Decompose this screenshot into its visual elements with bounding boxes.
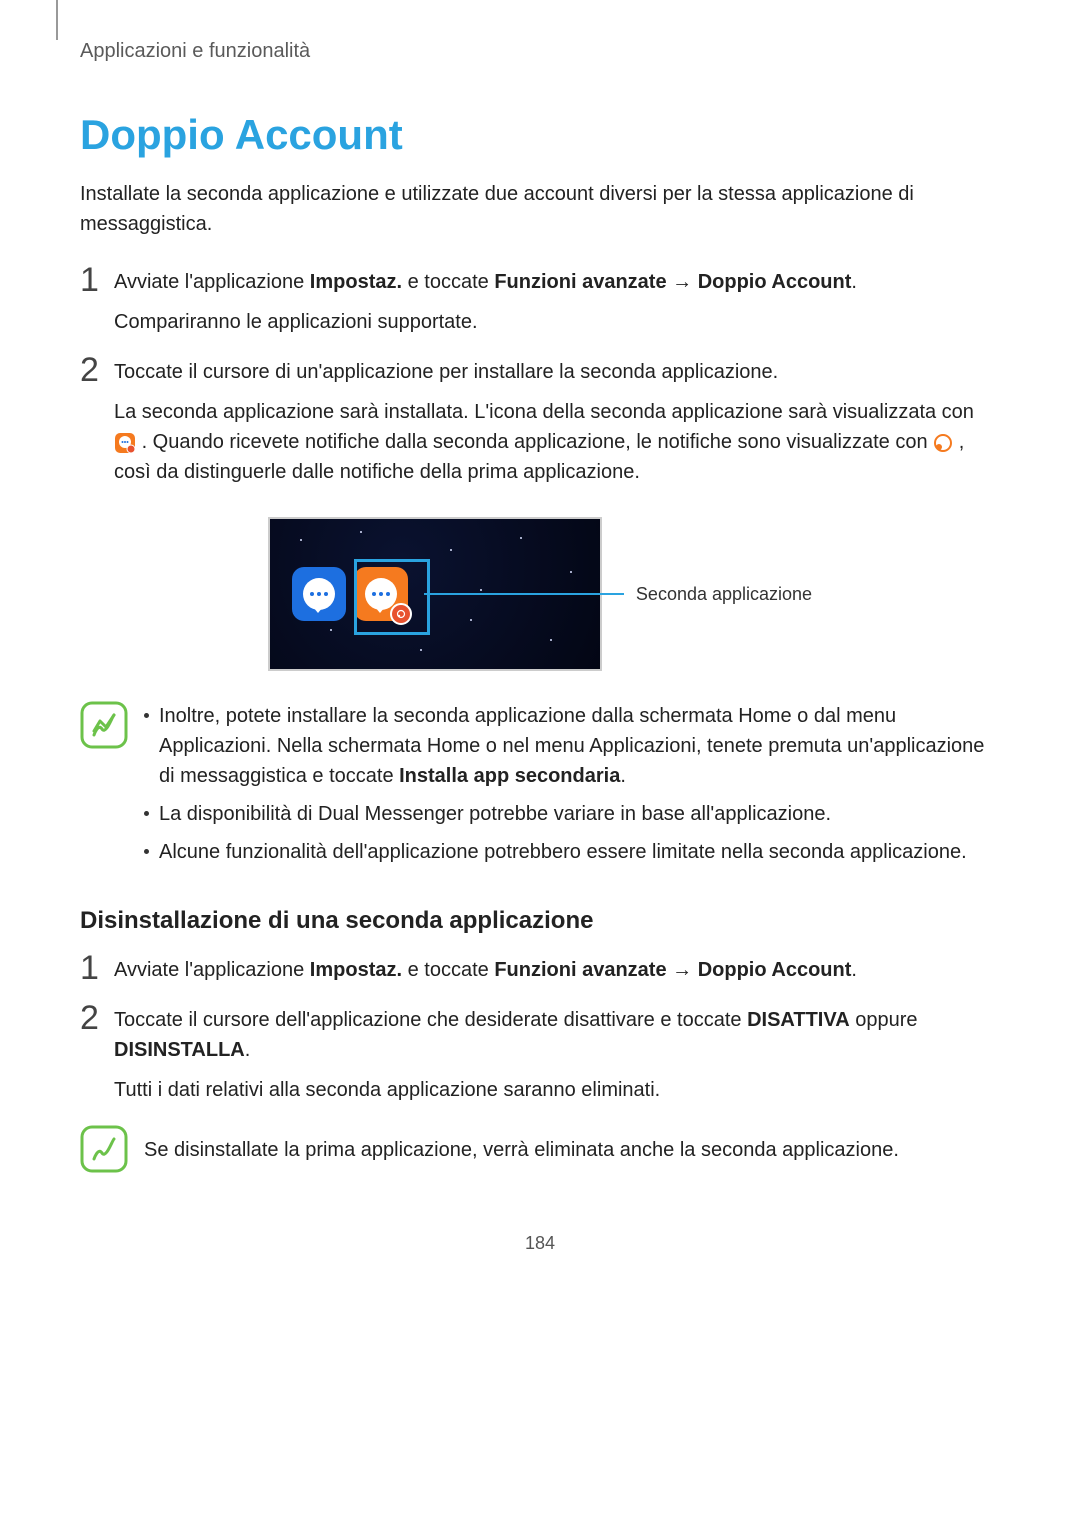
step-1: 1 Avviate l'applicazione Impostaz. e toc… xyxy=(80,267,1000,337)
dual-badge-icon xyxy=(933,433,953,453)
side-rule xyxy=(56,0,58,40)
page-number: 184 xyxy=(80,1233,1000,1254)
callout-line xyxy=(424,593,624,595)
text: e toccate xyxy=(402,271,494,293)
note-icon xyxy=(80,701,128,749)
text-bold: Installa app secondaria xyxy=(399,765,620,787)
figure: Seconda applicazione xyxy=(80,517,1000,671)
step-number: 2 xyxy=(80,1001,114,1035)
text-bold: Funzioni avanzate xyxy=(494,271,666,293)
text-bold: Impostaz. xyxy=(310,959,402,981)
text: . xyxy=(620,765,626,787)
step-2: 2 Toccate il cursore di un'applicazione … xyxy=(80,357,1000,487)
note-icon xyxy=(80,1125,128,1173)
text: . xyxy=(851,959,857,981)
note-block: Se disinstallate la prima applicazione, … xyxy=(80,1125,1000,1173)
step-subtext: Tutti i dati relativi alla seconda appli… xyxy=(114,1075,1000,1105)
text: . Quando ricevete notifiche dalla second… xyxy=(142,431,934,453)
text: → xyxy=(667,959,698,981)
text: oppure xyxy=(850,1009,918,1031)
note-bullet: La disponibilità di Dual Messenger potre… xyxy=(144,799,1000,829)
step-body: Toccate il cursore dell'applicazione che… xyxy=(114,1005,1000,1105)
text-bold: Impostaz. xyxy=(310,271,402,293)
step-number: 1 xyxy=(80,951,114,985)
uninstall-step-2: 2 Toccate il cursore dell'applicazione c… xyxy=(80,1005,1000,1105)
step-subtext: La seconda applicazione sarà installata.… xyxy=(114,397,1000,487)
text: Alcune funzionalità dell'applicazione po… xyxy=(159,837,967,867)
note-bullet: Inoltre, potete installare la seconda ap… xyxy=(144,701,1000,791)
dual-app-icon xyxy=(114,432,136,454)
text: La disponibilità di Dual Messenger potre… xyxy=(159,799,831,829)
step-body: Avviate l'applicazione Impostaz. e tocca… xyxy=(114,267,1000,337)
page-title: Doppio Account xyxy=(80,111,1000,159)
step-number: 2 xyxy=(80,353,114,387)
note-block: Inoltre, potete installare la seconda ap… xyxy=(80,701,1000,875)
text-bold: DISINSTALLA xyxy=(114,1039,245,1061)
uninstall-step-1: 1 Avviate l'applicazione Impostaz. e toc… xyxy=(80,955,1000,985)
step-number: 1 xyxy=(80,263,114,297)
text: → xyxy=(667,271,698,293)
note-text: Se disinstallate la prima applicazione, … xyxy=(144,1125,899,1165)
text-bold: DISATTIVA xyxy=(747,1009,850,1031)
note-bullet: Alcune funzionalità dell'applicazione po… xyxy=(144,837,1000,867)
step-subtext: Compariranno le applicazioni supportate. xyxy=(114,307,1000,337)
breadcrumb: Applicazioni e funzionalità xyxy=(80,40,1000,63)
intro-paragraph: Installate la seconda applicazione e uti… xyxy=(80,179,1000,239)
text: e toccate xyxy=(402,959,494,981)
step-body: Toccate il cursore di un'applicazione pe… xyxy=(114,357,1000,487)
text: Avviate l'applicazione xyxy=(114,271,310,293)
callout-label: Seconda applicazione xyxy=(636,584,812,605)
text-bold: Doppio Account xyxy=(698,959,852,981)
step-body: Avviate l'applicazione Impostaz. e tocca… xyxy=(114,955,1000,985)
text: Toccate il cursore dell'applicazione che… xyxy=(114,1009,747,1031)
text: . xyxy=(851,271,857,293)
subheading: Disinstallazione di una seconda applicaz… xyxy=(80,907,1000,935)
text: La seconda applicazione sarà installata.… xyxy=(114,401,974,423)
text: . xyxy=(245,1039,251,1061)
primary-app-icon xyxy=(292,567,346,621)
text-bold: Doppio Account xyxy=(698,271,852,293)
text-bold: Funzioni avanzate xyxy=(494,959,666,981)
text: Toccate il cursore di un'applicazione pe… xyxy=(114,357,1000,387)
highlight-box xyxy=(354,559,430,635)
text: Avviate l'applicazione xyxy=(114,959,310,981)
